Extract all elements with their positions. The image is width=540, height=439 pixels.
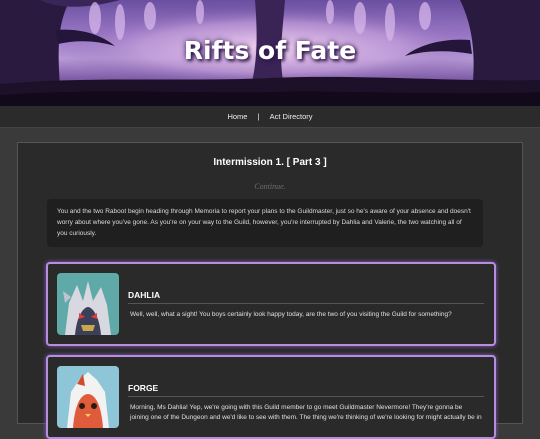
nav-link-act-directory[interactable]: Act Directory [270,106,313,127]
continue-link[interactable]: Continue. [18,182,522,191]
speaker-portrait [57,366,119,428]
header-banner: Rifts of Fate [0,0,540,106]
dialogue-text: Morning, Ms Dahlia! Yep, we're going wit… [130,404,482,421]
top-nav: Home | Act Directory [0,106,540,128]
divider [128,303,484,304]
dialogue-card: FORGE Morning, Ms Dahlia! Yep, we're goi… [46,355,496,439]
narration-box: You and the two Raboot begin heading thr… [47,199,483,247]
dialogue-card: DAHLIA Well, well, what a sight! You boy… [46,262,496,346]
divider [128,396,484,397]
speaker-name: DAHLIA [128,290,161,300]
nav-link-home[interactable]: Home [227,106,247,127]
dialogue-text: Well, well, what a sight! You boys certa… [130,311,452,318]
speaker-name: FORGE [128,383,159,393]
nav-separator: | [257,112,260,121]
chapter-title: Intermission 1. [ Part 3 ] [213,157,327,168]
site-title: Rifts of Fate [183,36,357,65]
fire-pokemon-portrait-image [57,366,119,428]
story-panel: Intermission 1. [ Part 3 ] Continue. You… [17,142,523,439]
silvally-portrait-image [57,273,119,335]
speaker-portrait [57,273,119,335]
